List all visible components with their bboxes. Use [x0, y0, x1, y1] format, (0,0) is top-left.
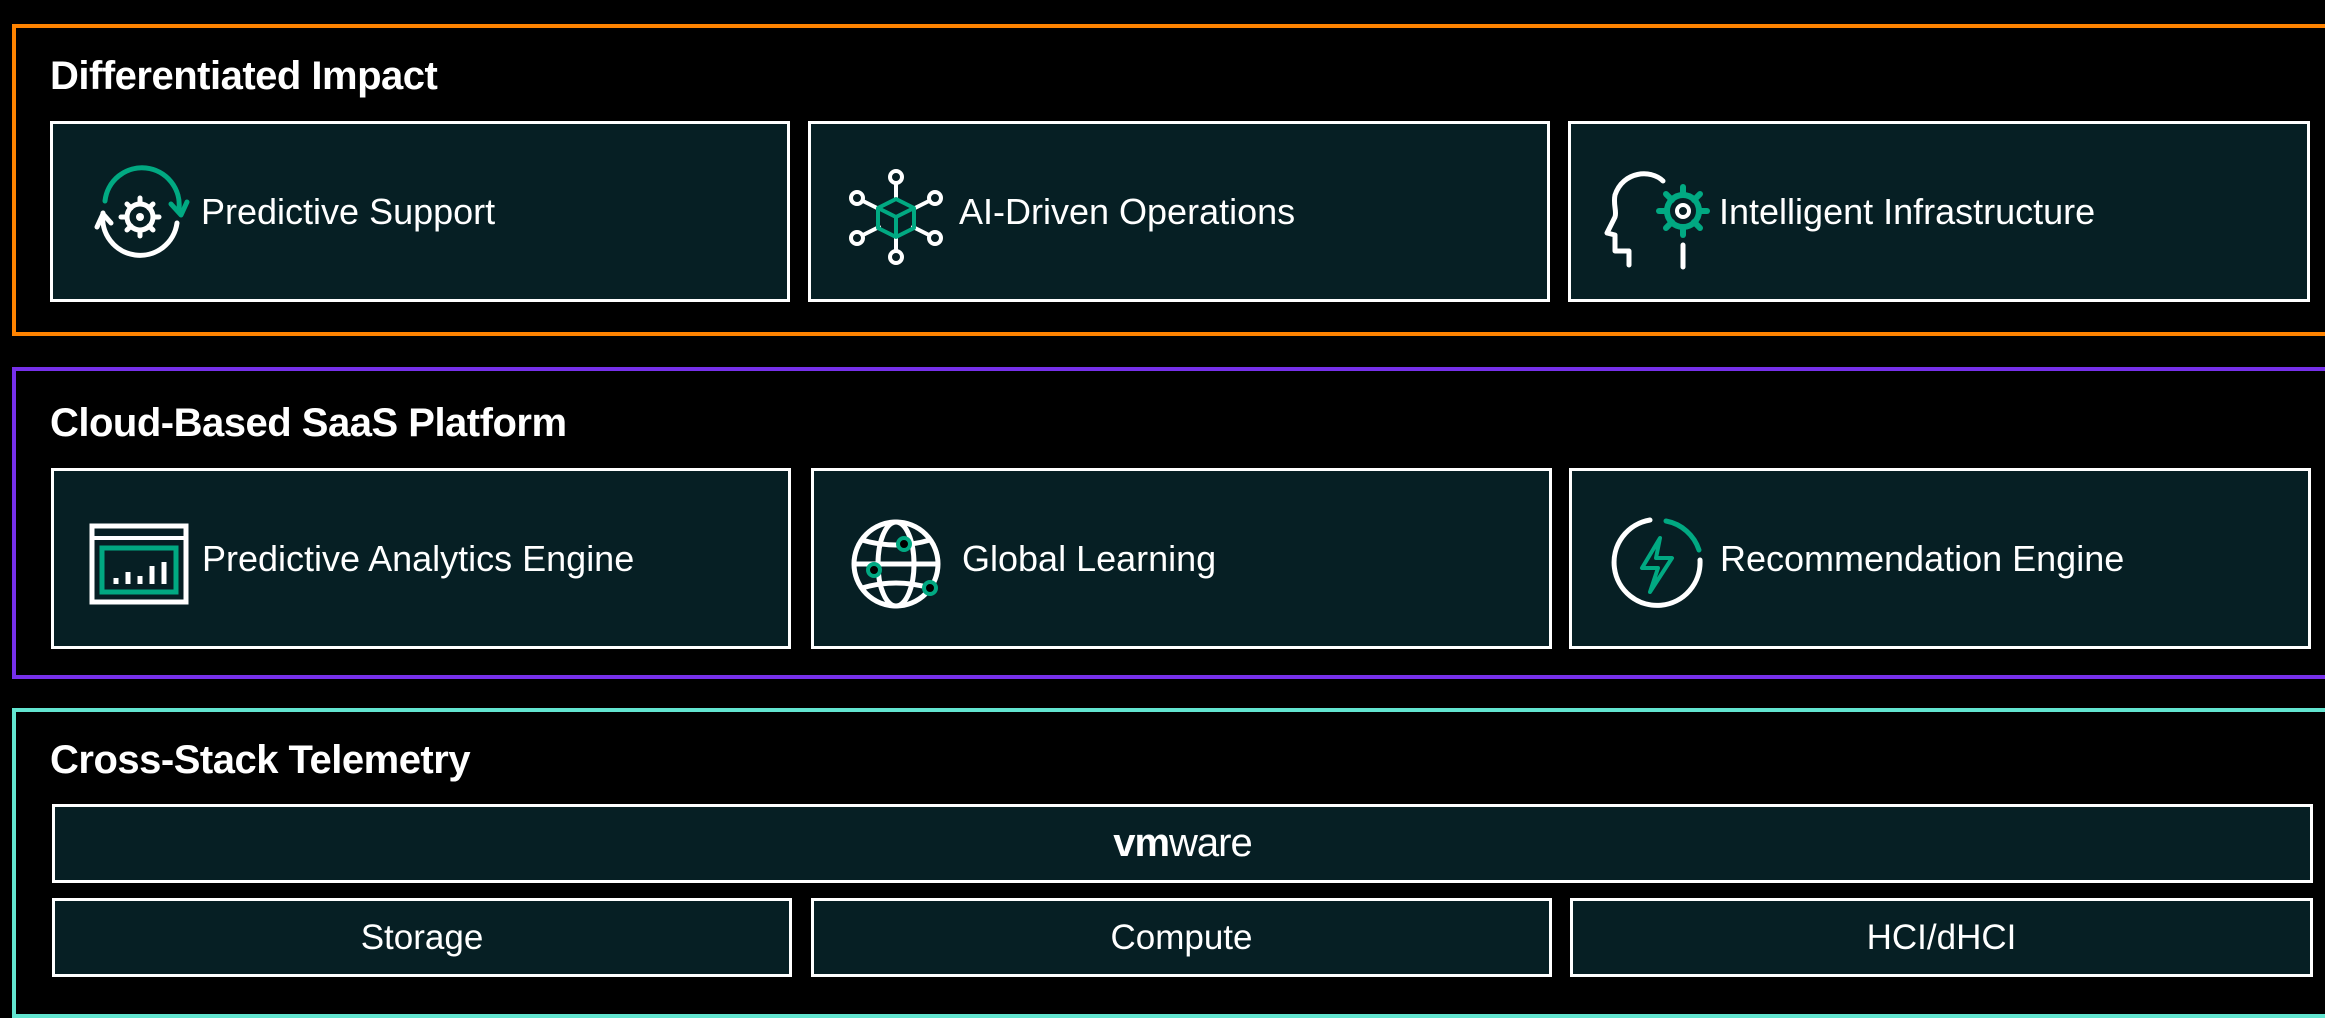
- section-title: Cross-Stack Telemetry: [50, 738, 471, 782]
- intelligent-infrastructure-card: Intelligent Infrastructure: [1568, 121, 2310, 302]
- card-label: Predictive Support: [201, 190, 496, 232]
- lightning-circle-icon: [1602, 508, 1712, 618]
- predictive-support-card: Predictive Support: [50, 121, 790, 302]
- differentiated-impact-section: Differentiated Impact Predictive Support…: [12, 24, 2325, 336]
- vmware-logo: vmware: [1113, 821, 1253, 865]
- card-label: Intelligent Infrastructure: [1719, 190, 2096, 232]
- card-label: Predictive Analytics Engine: [202, 537, 635, 579]
- ai-driven-operations-card: AI-Driven Operations: [808, 121, 1550, 302]
- analytics-window-icon: [84, 508, 194, 618]
- compute-cell: Compute: [811, 898, 1552, 977]
- section-title: Cloud-Based SaaS Platform: [50, 401, 567, 445]
- section-title: Differentiated Impact: [50, 54, 438, 98]
- recommendation-engine-card: Recommendation Engine: [1569, 468, 2311, 649]
- network-cube-icon: [841, 161, 951, 271]
- vmware-bar: vmware: [52, 804, 2313, 883]
- cloud-saas-platform-section: Cloud-Based SaaS Platform Predictive Ana…: [12, 367, 2325, 679]
- hci-dhci-cell: HCI/dHCI: [1570, 898, 2313, 977]
- storage-cell: Storage: [52, 898, 792, 977]
- card-label: Global Learning: [962, 537, 1217, 579]
- gear-cycle-icon: [83, 161, 193, 271]
- card-label: Recommendation Engine: [1720, 537, 2125, 579]
- predictive-analytics-engine-card: Predictive Analytics Engine: [51, 468, 791, 649]
- global-learning-card: Global Learning: [811, 468, 1552, 649]
- globe-network-icon: [844, 508, 954, 618]
- card-label: AI-Driven Operations: [959, 190, 1296, 232]
- head-gear-icon: [1601, 161, 1711, 271]
- cross-stack-telemetry-section: Cross-Stack Telemetry vmware Storage Com…: [12, 708, 2325, 1018]
